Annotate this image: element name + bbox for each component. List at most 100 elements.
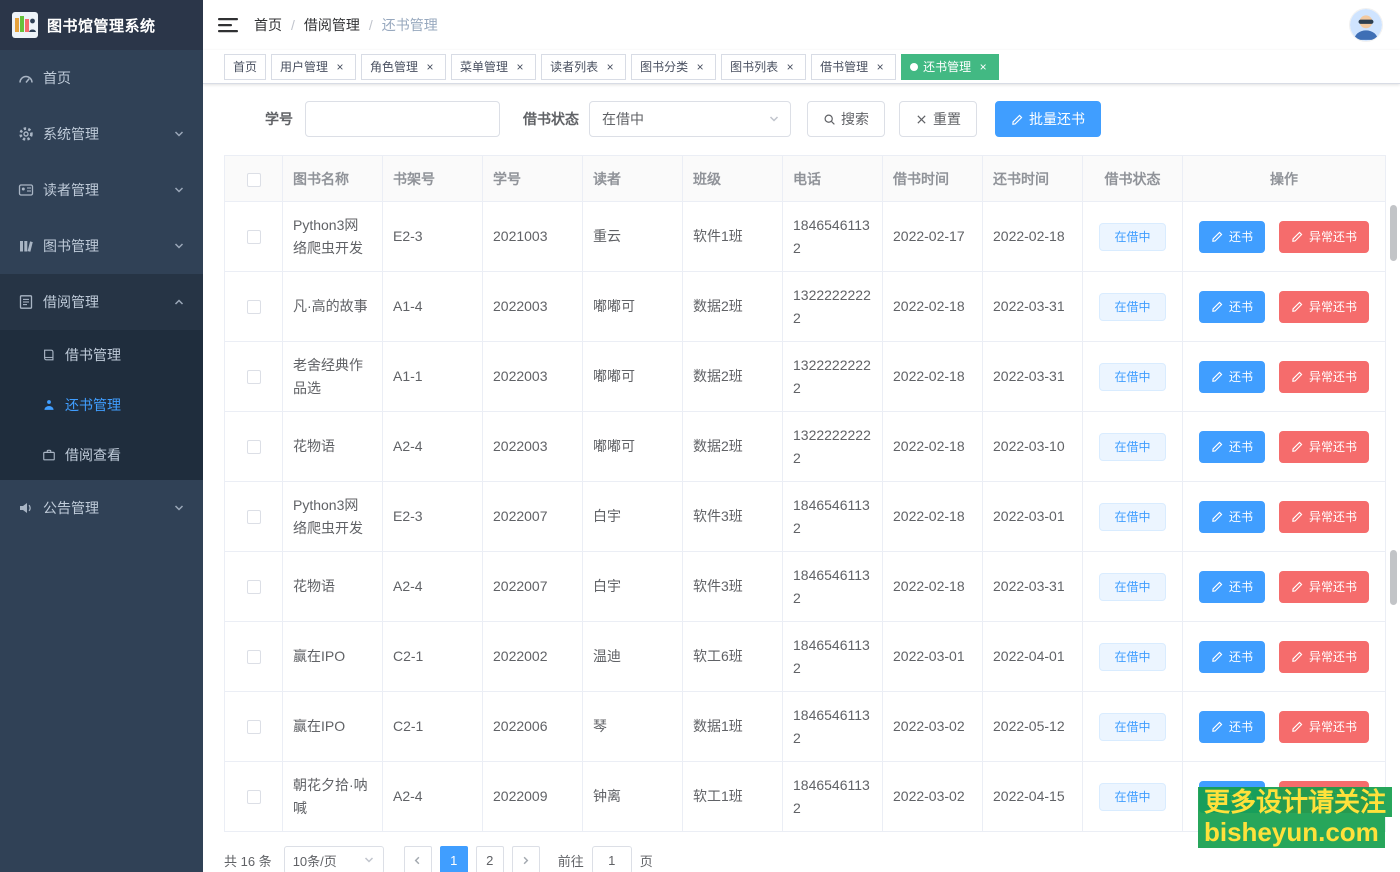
tab[interactable]: 图书列表 × (721, 54, 806, 80)
scrollbar-thumb[interactable] (1390, 205, 1397, 261)
tab-close-icon[interactable]: × (693, 60, 707, 74)
abnormal-return-button[interactable]: 异常还书 (1279, 641, 1369, 673)
cell-phone: 18465461132 (783, 622, 883, 692)
tab[interactable]: 首页 (224, 54, 266, 80)
abnormal-return-button[interactable]: 异常还书 (1279, 571, 1369, 603)
table-row: 花物语 A2-4 2022007 白宇 软件3班 18465461132 202… (225, 552, 1386, 622)
tab[interactable]: 还书管理 × (901, 54, 999, 80)
row-checkbox[interactable] (247, 440, 261, 454)
scrollbar-thumb[interactable] (1390, 550, 1397, 605)
return-button[interactable]: 还书 (1199, 501, 1265, 533)
return-books-table: 图书名称 书架号 学号 读者 班级 电话 借书时间 还书时间 借书状态 操作 P… (224, 155, 1385, 832)
tab-close-icon[interactable]: × (976, 60, 990, 74)
chevron-down-icon (173, 502, 185, 514)
row-checkbox[interactable] (247, 230, 261, 244)
sidebar-item-return-management[interactable]: 还书管理 (0, 380, 203, 430)
table-body: Python3网络爬虫开发 E2-3 2021003 重云 软件1班 18465… (225, 202, 1386, 832)
return-button[interactable]: 还书 (1199, 361, 1265, 393)
edit-icon (1291, 230, 1304, 243)
status-badge: 在借中 (1099, 783, 1165, 811)
abnormal-return-button[interactable]: 异常还书 (1279, 291, 1369, 323)
abnormal-return-button[interactable]: 异常还书 (1279, 221, 1369, 253)
breadcrumb-home[interactable]: 首页 (254, 15, 282, 35)
tab[interactable]: 图书分类 × (631, 54, 716, 80)
return-button[interactable]: 还书 (1199, 571, 1265, 603)
row-checkbox[interactable] (247, 720, 261, 734)
tab[interactable]: 借书管理 × (811, 54, 896, 80)
goto-label: 前往 (558, 851, 584, 870)
select-all-checkbox[interactable] (247, 173, 261, 187)
cell-class: 软件3班 (683, 482, 783, 552)
sidebar-item-borrowing[interactable]: 借阅管理 (0, 274, 203, 330)
abnormal-return-button[interactable]: 异常还书 (1279, 361, 1369, 393)
return-book-icon (42, 398, 65, 412)
tab-close-icon[interactable]: × (333, 60, 347, 74)
next-page-button[interactable] (512, 846, 540, 872)
tab-close-icon[interactable]: × (783, 60, 797, 74)
pagination-goto: 前往 页 (558, 846, 653, 872)
cell-return-date: 2022-03-01 (983, 482, 1083, 552)
cell-borrow-date: 2022-02-18 (883, 272, 983, 342)
row-checkbox[interactable] (247, 790, 261, 804)
sidebar-item-borrow-view[interactable]: 借阅查看 (0, 430, 203, 480)
return-button[interactable]: 还书 (1199, 711, 1265, 743)
tab-close-icon[interactable]: × (603, 60, 617, 74)
tab-close-icon[interactable]: × (873, 60, 887, 74)
cell-student-id: 2022006 (483, 692, 583, 762)
page-button-2[interactable]: 2 (476, 846, 504, 872)
search-button[interactable]: 搜索 (807, 101, 885, 137)
cell-class: 软工1班 (683, 762, 783, 832)
tab[interactable]: 角色管理 × (361, 54, 446, 80)
col-header-status: 借书状态 (1083, 156, 1183, 202)
prev-page-button[interactable] (404, 846, 432, 872)
row-checkbox[interactable] (247, 650, 261, 664)
sidebar-item-lend-management[interactable]: 借书管理 (0, 330, 203, 380)
gear-icon (18, 126, 43, 142)
cell-student-id: 2021003 (483, 202, 583, 272)
avatar[interactable] (1350, 9, 1382, 41)
app-logo-icon (12, 12, 38, 38)
sidebar-item-books[interactable]: 图书管理 (0, 218, 203, 274)
borrow-status-select[interactable]: 在借中 (589, 101, 791, 137)
cell-book-name: 老舍经典作品选 (283, 342, 383, 412)
return-button[interactable]: 还书 (1199, 221, 1265, 253)
student-id-input[interactable] (305, 101, 500, 137)
return-button-label: 还书 (1229, 368, 1253, 385)
abnormal-return-button[interactable]: 异常还书 (1279, 711, 1369, 743)
hamburger-icon[interactable] (218, 15, 238, 35)
sidebar-item-announcements[interactable]: 公告管理 (0, 480, 203, 536)
sidebar-item-readers[interactable]: 读者管理 (0, 162, 203, 218)
return-button[interactable]: 还书 (1199, 291, 1265, 323)
return-button[interactable]: 还书 (1199, 431, 1265, 463)
return-button[interactable]: 还书 (1199, 641, 1265, 673)
tab[interactable]: 菜单管理 × (451, 54, 536, 80)
page-button-1[interactable]: 1 (440, 846, 468, 872)
page-size-select[interactable]: 10条/页 (284, 846, 384, 872)
abnormal-return-button[interactable]: 异常还书 (1279, 431, 1369, 463)
row-checkbox[interactable] (247, 370, 261, 384)
sidebar-item-home[interactable]: 首页 (0, 50, 203, 106)
col-header-return-date: 还书时间 (983, 156, 1083, 202)
cell-class: 数据2班 (683, 412, 783, 482)
row-checkbox[interactable] (247, 580, 261, 594)
row-checkbox[interactable] (247, 300, 261, 314)
batch-return-button[interactable]: 批量还书 (995, 101, 1101, 137)
return-button-label: 还书 (1229, 438, 1253, 455)
goto-page-input[interactable] (592, 846, 632, 872)
abnormal-return-button[interactable]: 异常还书 (1279, 501, 1369, 533)
tab-close-icon[interactable]: × (423, 60, 437, 74)
status-badge: 在借中 (1099, 293, 1165, 321)
lend-book-icon (42, 348, 65, 362)
edit-icon (1291, 720, 1304, 733)
tab[interactable]: 读者列表 × (541, 54, 626, 80)
tab[interactable]: 用户管理 × (271, 54, 356, 80)
reset-button[interactable]: 重置 (899, 101, 977, 137)
breadcrumb-borrowing[interactable]: 借阅管理 (304, 15, 360, 35)
cell-reader: 嘟嘟可 (583, 412, 683, 482)
main-area: 首页 / 借阅管理 / 还书管理 首页 用户管理 × 角色管理 × 菜单管理 ×… (203, 0, 1400, 872)
sidebar-item-system[interactable]: 系统管理 (0, 106, 203, 162)
cell-shelf: C2-1 (383, 622, 483, 692)
tab-close-icon[interactable]: × (513, 60, 527, 74)
cell-reader: 白宇 (583, 482, 683, 552)
row-checkbox[interactable] (247, 510, 261, 524)
